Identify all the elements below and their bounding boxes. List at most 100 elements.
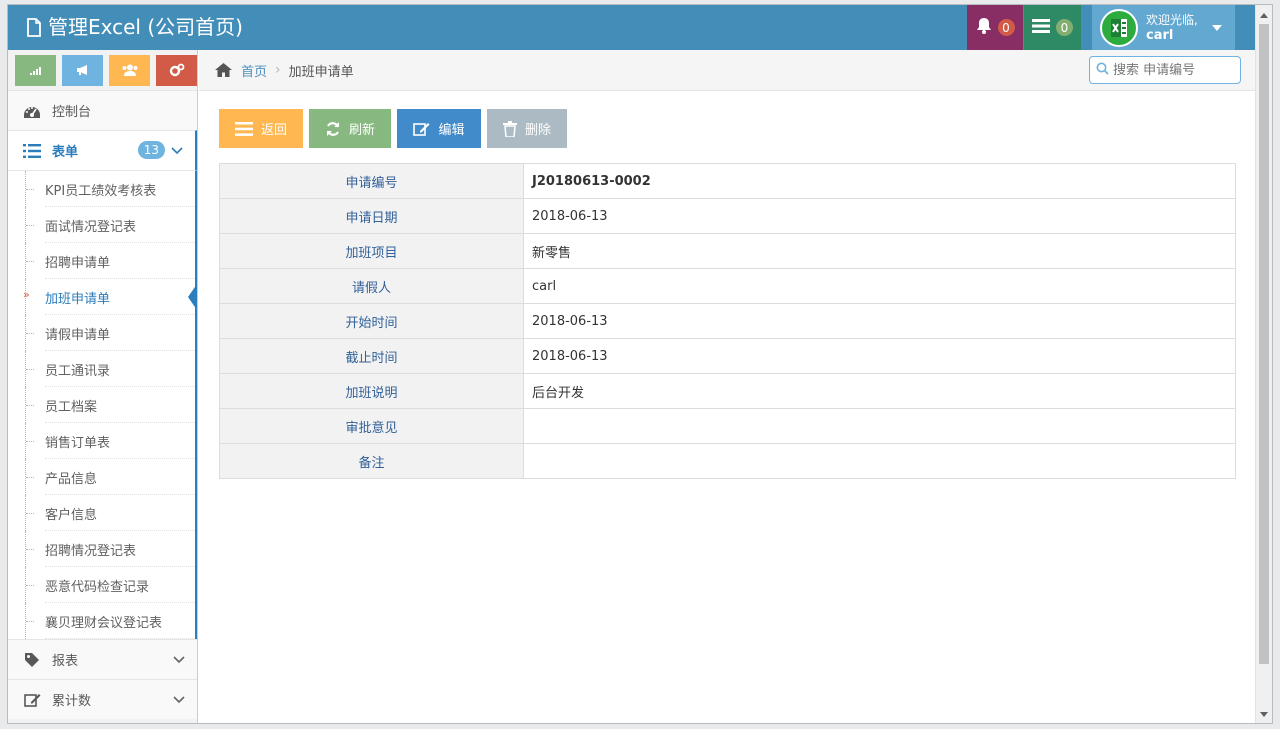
tasks-button[interactable]: 0 bbox=[1024, 5, 1081, 50]
scroll-down-icon[interactable] bbox=[1260, 712, 1268, 717]
toolbar: 返回 刷新 编辑 删除 bbox=[219, 109, 567, 148]
app-window: 管理Excel (公司首页) 0 0 欢迎光临, carl 控制台 表单 13 … bbox=[7, 4, 1273, 724]
submenu-item-label: 请假申请单 bbox=[45, 327, 111, 343]
signal-icon bbox=[29, 67, 41, 75]
user-info: 欢迎光临, carl bbox=[1146, 13, 1198, 43]
search-input[interactable] bbox=[1113, 62, 1231, 78]
user-menu[interactable]: 欢迎光临, carl bbox=[1092, 5, 1235, 50]
list-icon bbox=[234, 121, 253, 136]
forms-count-badge: 13 bbox=[137, 141, 165, 159]
submenu-item[interactable]: 招聘申请单 bbox=[8, 243, 195, 279]
table-row: 备注 bbox=[219, 443, 1236, 479]
edit-icon bbox=[413, 122, 430, 136]
welcome-text: 欢迎光临, bbox=[1146, 12, 1198, 27]
submenu-item[interactable]: 员工档案 bbox=[8, 387, 195, 423]
submenu-item-label: 襄贝理财会议登记表 bbox=[45, 615, 163, 631]
field-value: 新零售 bbox=[523, 233, 1236, 269]
caret-down-icon bbox=[1211, 24, 1222, 31]
submenu-item[interactable]: 请假申请单 bbox=[8, 315, 195, 351]
submenu-item[interactable]: 产品信息 bbox=[8, 459, 195, 495]
brand[interactable]: 管理Excel (公司首页) bbox=[26, 13, 243, 41]
breadcrumb-current: 加班申请单 bbox=[288, 64, 354, 80]
search-icon bbox=[1096, 62, 1109, 79]
field-value: 2018-06-13 bbox=[523, 198, 1236, 234]
submenu-item[interactable]: 销售订单表 bbox=[8, 423, 195, 459]
sidebar-item-label: 报表 bbox=[52, 654, 79, 669]
sidebar-item-forms[interactable]: 表单 13 bbox=[8, 130, 197, 170]
submenu-item-label: 客户信息 bbox=[45, 507, 98, 523]
submenu-item-label: 员工通讯录 bbox=[45, 363, 111, 379]
field-label: 请假人 bbox=[219, 268, 524, 304]
users-shortcut-button[interactable] bbox=[109, 54, 150, 86]
submenu-item[interactable]: 襄贝理财会议登记表 bbox=[8, 603, 195, 639]
list-icon bbox=[22, 143, 42, 158]
field-label: 加班项目 bbox=[219, 233, 524, 269]
users-icon bbox=[122, 64, 137, 76]
submenu-item-label: 面试情况登记表 bbox=[45, 219, 137, 235]
active-pointer-icon bbox=[188, 284, 197, 310]
submenu-item-label: 加班申请单 bbox=[45, 291, 111, 307]
field-label: 备注 bbox=[219, 443, 524, 479]
scroll-up-icon[interactable] bbox=[1260, 13, 1268, 18]
breadcrumb-separator-icon: › bbox=[275, 62, 281, 78]
delete-button[interactable]: 删除 bbox=[487, 109, 567, 148]
announce-shortcut-button[interactable] bbox=[62, 54, 103, 86]
field-value: carl bbox=[523, 268, 1236, 304]
submenu-item-label: KPI员工绩效考核表 bbox=[45, 183, 157, 199]
table-row: 申请编号 J20180613-0002 bbox=[219, 163, 1236, 199]
submenu-item[interactable]: 恶意代码检查记录 bbox=[8, 567, 195, 603]
home-icon[interactable] bbox=[215, 63, 232, 77]
username: carl bbox=[1146, 27, 1174, 43]
submenu-item[interactable]: 客户信息 bbox=[8, 495, 195, 531]
submenu-item-active[interactable]: » 加班申请单 bbox=[8, 279, 197, 315]
back-button-label: 返回 bbox=[260, 122, 287, 137]
double-angle-right-icon: » bbox=[23, 288, 30, 301]
detail-table: 申请编号 J20180613-0002 申请日期 2018-06-13 加班项目 新零… bbox=[219, 163, 1236, 479]
breadcrumb-home-link[interactable]: 首页 bbox=[241, 61, 267, 80]
scrollbar-thumb[interactable] bbox=[1259, 24, 1269, 664]
sidebar-item-dashboard[interactable]: 控制台 bbox=[8, 90, 197, 130]
field-label: 申请编号 bbox=[219, 163, 524, 199]
field-label: 申请日期 bbox=[219, 198, 524, 234]
sidebar-item-label: 累计数 bbox=[52, 694, 92, 709]
refresh-button[interactable]: 刷新 bbox=[309, 109, 391, 148]
sidebar-item-label: 表单 bbox=[52, 145, 79, 160]
excel-logo-icon bbox=[1102, 10, 1136, 45]
edit-button-label: 编辑 bbox=[438, 122, 465, 137]
edit-button[interactable]: 编辑 bbox=[397, 109, 481, 148]
stats-shortcut-button[interactable] bbox=[15, 54, 56, 86]
field-label: 截止时间 bbox=[219, 338, 524, 374]
delete-button-label: 删除 bbox=[524, 122, 551, 137]
edit-icon bbox=[22, 692, 42, 708]
submenu-item[interactable]: 员工通讯录 bbox=[8, 351, 195, 387]
tasks-icon bbox=[1032, 18, 1050, 37]
breadcrumb: 首页 › 加班申请单 bbox=[199, 50, 1256, 91]
chevron-down-icon bbox=[173, 693, 185, 709]
vertical-scrollbar[interactable] bbox=[1255, 5, 1272, 723]
chevron-down-icon bbox=[171, 144, 183, 160]
submenu-item[interactable]: KPI员工绩效考核表 bbox=[8, 171, 195, 207]
field-value: 2018-06-13 bbox=[523, 303, 1236, 339]
notifications-button[interactable]: 0 bbox=[967, 5, 1023, 50]
submenu-item[interactable]: 面试情况登记表 bbox=[8, 207, 195, 243]
settings-shortcut-button[interactable] bbox=[156, 54, 197, 86]
bullhorn-icon bbox=[76, 65, 87, 75]
notifications-badge: 0 bbox=[997, 19, 1015, 36]
chevron-down-icon bbox=[173, 653, 185, 669]
field-value bbox=[523, 408, 1236, 444]
bell-icon bbox=[976, 17, 992, 38]
field-value bbox=[523, 443, 1236, 479]
submenu-item-label: 招聘申请单 bbox=[45, 255, 111, 271]
sidebar-item-cumulative[interactable]: 累计数 bbox=[8, 679, 197, 719]
sidebar-item-reports[interactable]: 报表 bbox=[8, 639, 197, 679]
tasks-badge: 0 bbox=[1056, 19, 1073, 36]
field-label: 开始时间 bbox=[219, 303, 524, 339]
submenu-item[interactable]: 招聘情况登记表 bbox=[8, 531, 195, 567]
back-button[interactable]: 返回 bbox=[219, 109, 303, 148]
app-title: 管理Excel (公司首页) bbox=[48, 15, 243, 39]
document-icon bbox=[26, 17, 42, 37]
submenu-item-label: 员工档案 bbox=[45, 399, 98, 415]
table-row: 审批意见 bbox=[219, 408, 1236, 444]
trash-icon bbox=[502, 120, 517, 137]
field-value: 后台开发 bbox=[523, 373, 1236, 409]
